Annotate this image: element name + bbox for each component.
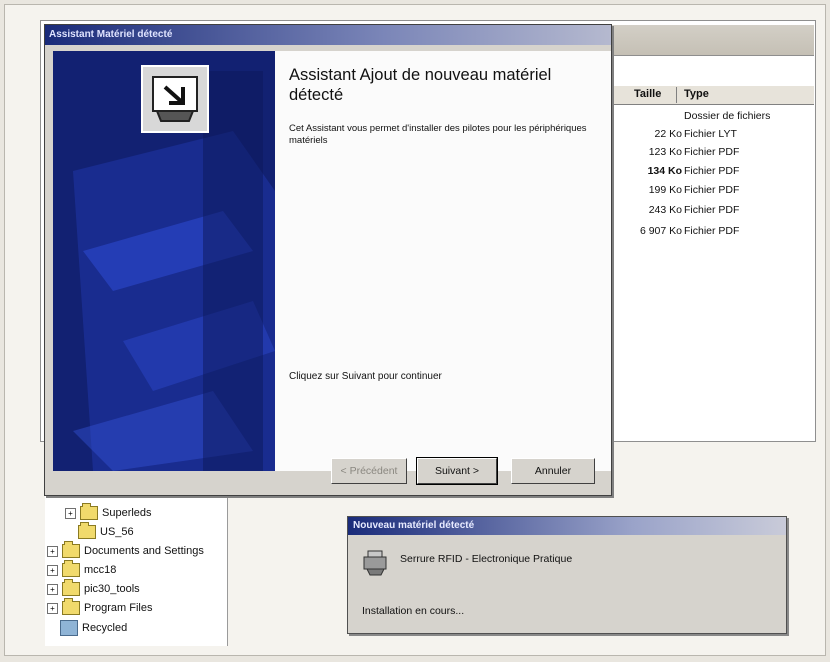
folder-icon: [80, 503, 98, 520]
file-type: Fichier LYT: [684, 128, 737, 140]
wizard-content: Assistant Ajout de nouveau matériel déte…: [275, 51, 611, 471]
tree-item-us56[interactable]: US_56: [78, 522, 134, 539]
folder-icon: [62, 598, 80, 615]
expand-icon[interactable]: +: [65, 507, 76, 519]
expand-icon[interactable]: +: [47, 564, 58, 576]
tree-item-label: Program Files: [84, 602, 153, 614]
folder-icon: [62, 541, 80, 558]
tree-item-documents-and-settings[interactable]: + Documents and Settings: [47, 541, 204, 558]
tree-item-mcc18[interactable]: + mcc18: [47, 560, 117, 577]
column-divider[interactable]: [676, 87, 677, 103]
file-list-header: Taille Type: [606, 86, 814, 105]
file-size: 6 907 Ko: [639, 225, 682, 237]
hardware-install-icon: [141, 65, 209, 133]
file-size: 199 Ko: [648, 184, 682, 196]
wizard-heading: Assistant Ajout de nouveau matériel déte…: [289, 66, 552, 104]
tree-item-program-files[interactable]: + Program Files: [47, 598, 153, 615]
tree-item-superleds[interactable]: + Superleds: [65, 503, 152, 520]
column-size-header[interactable]: Taille: [634, 88, 661, 100]
tree-item-label: Recycled: [82, 622, 128, 634]
device-name: Serrure RFID - Electronique Pratique: [400, 553, 573, 565]
expand-icon[interactable]: +: [47, 545, 58, 557]
tree-item-label: Documents and Settings: [84, 545, 204, 557]
file-size: 134 Ko: [647, 165, 682, 177]
popup-titlebar[interactable]: Nouveau matériel détecté: [348, 517, 786, 535]
file-type: Fichier PDF: [684, 146, 740, 158]
file-type: Dossier de fichiers: [684, 110, 771, 122]
tree-item-pic30-tools[interactable]: + pic30_tools: [47, 579, 140, 596]
wizard-titlebar[interactable]: Assistant Matériel détecté: [45, 25, 611, 45]
wizard-description: Cet Assistant vous permet d'installer de…: [289, 123, 587, 146]
wizard-continue-hint: Cliquez sur Suivant pour continuer: [289, 371, 442, 382]
file-type: Fichier PDF: [684, 184, 740, 196]
device-install-icon: [362, 547, 390, 577]
expand-icon[interactable]: +: [47, 602, 58, 614]
tree-item-recycled[interactable]: Recycled: [60, 620, 127, 636]
installation-status: Installation en cours...: [362, 605, 465, 617]
folder-tree: + Superleds US_56 + Documents and Settin…: [45, 470, 228, 646]
file-type: Fichier PDF: [684, 204, 740, 216]
column-type-header[interactable]: Type: [684, 88, 709, 100]
file-size: 243 Ko: [648, 204, 682, 216]
back-button[interactable]: < Précédent: [331, 458, 407, 484]
tree-item-label: Superleds: [102, 507, 152, 519]
file-type: Fichier PDF: [684, 165, 740, 177]
tree-item-label: US_56: [100, 526, 134, 538]
wizard-dialog: Assistant Matériel détecté Assistant Ajo…: [44, 24, 612, 496]
next-button[interactable]: Suivant >: [416, 457, 498, 485]
explorer-titlebar: [605, 25, 814, 56]
recycle-bin-icon: [60, 620, 78, 636]
folder-icon: [62, 560, 80, 577]
wizard-side-banner: [53, 51, 275, 471]
folder-icon: [62, 579, 80, 596]
file-size: 22 Ko: [654, 128, 682, 140]
cancel-button[interactable]: Annuler: [511, 458, 595, 484]
file-type: Fichier PDF: [684, 225, 740, 237]
folder-icon: [78, 522, 96, 539]
expand-icon[interactable]: +: [47, 583, 58, 595]
file-size: 123 Ko: [648, 146, 682, 158]
tree-item-label: mcc18: [84, 564, 117, 576]
new-hardware-popup: Nouveau matériel détecté Serrure RFID - …: [347, 516, 787, 634]
tree-item-label: pic30_tools: [84, 583, 140, 595]
